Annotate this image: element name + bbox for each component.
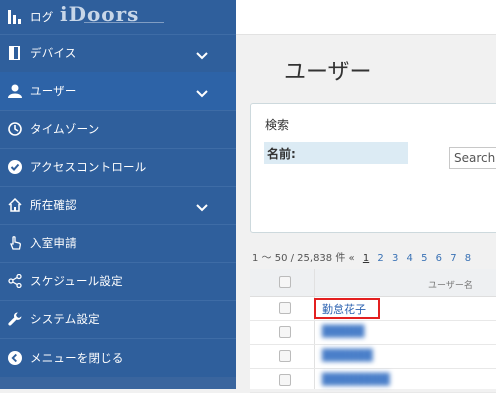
sidebar-item-label: 入室申請 [30,236,77,250]
chevron-down-icon[interactable] [196,84,208,98]
bar-chart-icon [8,10,22,24]
chevron-left-circle-icon [8,351,22,365]
wrench-icon [8,312,22,326]
sidebar-item-devices[interactable]: デバイス [0,34,236,72]
row-checkbox[interactable] [279,326,291,338]
sidebar-item-label: システム設定 [30,312,100,326]
user-name-link[interactable]: 勤怠花子 [322,301,366,317]
sidebar-item-access-control[interactable]: アクセスコントロール [0,148,236,186]
sidebar-item-label: スケジュール設定 [30,274,123,288]
pagination-prev[interactable]: « [349,253,355,264]
share-icon [8,274,22,288]
page-link[interactable]: 4 [407,253,413,264]
device-icon [8,46,22,60]
search-input[interactable]: Search [449,147,496,169]
sidebar-item-label: タイムゾーン [30,122,100,136]
top-bar [236,0,496,35]
sidebar-item-label: ユーザー [30,84,77,98]
sidebar-item-label: アクセスコントロール [30,160,147,174]
sidebar-item-label: ログ [30,10,54,24]
user-name-link-redacted[interactable]: ██████ [322,349,373,362]
page-link[interactable]: 5 [421,253,427,264]
sidebar-footer [0,377,236,389]
chevron-down-icon[interactable] [196,46,208,60]
page-link[interactable]: 3 [392,253,398,264]
page-link[interactable]: 6 [436,253,442,264]
sidebar-header: iDoors ログ [0,0,236,34]
page-title: ユーザー [284,60,372,85]
table-row: ████████ [250,369,496,393]
search-panel: 検索 名前: Search [250,103,496,233]
name-label: 名前: [267,147,296,161]
users-table: ユーザー名 勤怠花子 █████ ██████ ████████ [250,269,496,393]
page-link[interactable]: 2 [377,253,383,264]
sidebar-item-system-settings[interactable]: システム設定 [0,300,236,338]
search-panel-title: 検索 [265,118,290,132]
sidebar-item-close-menu[interactable]: メニューを閉じる [0,338,236,378]
page-link[interactable]: 8 [465,253,471,264]
table-row: 勤怠花子 [250,297,496,321]
sidebar-item-entry-request[interactable]: 入室申請 [0,224,236,262]
column-header-username[interactable]: ユーザー名 [428,278,473,291]
select-all-checkbox[interactable] [279,276,291,288]
pagination: 1 〜 50 / 25,838 件 « 1 2 3 4 5 6 7 8 [252,249,471,264]
table-row: █████ [250,321,496,345]
table-row: ██████ [250,345,496,369]
home-icon [8,198,22,212]
clock-icon [8,122,22,136]
check-circle-icon [8,160,22,174]
sidebar: iDoors ログ デバイス ユーザー タイムゾーン アクセスコントロール 所在… [0,0,236,389]
sidebar-item-label: デバイス [30,46,77,60]
table-header: ユーザー名 [250,269,496,297]
row-checkbox[interactable] [279,374,291,386]
user-name-link-redacted[interactable]: █████ [322,325,364,338]
sidebar-item-timezone[interactable]: タイムゾーン [0,110,236,148]
sidebar-item-location[interactable]: 所在確認 [0,186,236,224]
hand-pointer-icon [8,236,22,250]
page-link[interactable]: 1 [363,253,369,264]
page-link[interactable]: 7 [450,253,456,264]
row-checkbox[interactable] [279,350,291,362]
sidebar-item-users[interactable]: ユーザー [0,72,236,110]
user-icon [8,84,22,98]
user-name-link-redacted[interactable]: ████████ [322,373,390,386]
pagination-summary: 1 〜 50 / 25,838 件 [252,253,346,264]
sidebar-item-log[interactable]: ログ [0,0,236,34]
sidebar-item-label: 所在確認 [30,198,77,212]
main-content: ユーザー 検索 名前: Search 1 〜 50 / 25,838 件 « 1… [236,0,496,393]
row-checkbox[interactable] [279,302,291,314]
chevron-down-icon[interactable] [196,198,208,212]
sidebar-item-schedule[interactable]: スケジュール設定 [0,262,236,300]
sidebar-item-label: メニューを閉じる [30,351,124,365]
